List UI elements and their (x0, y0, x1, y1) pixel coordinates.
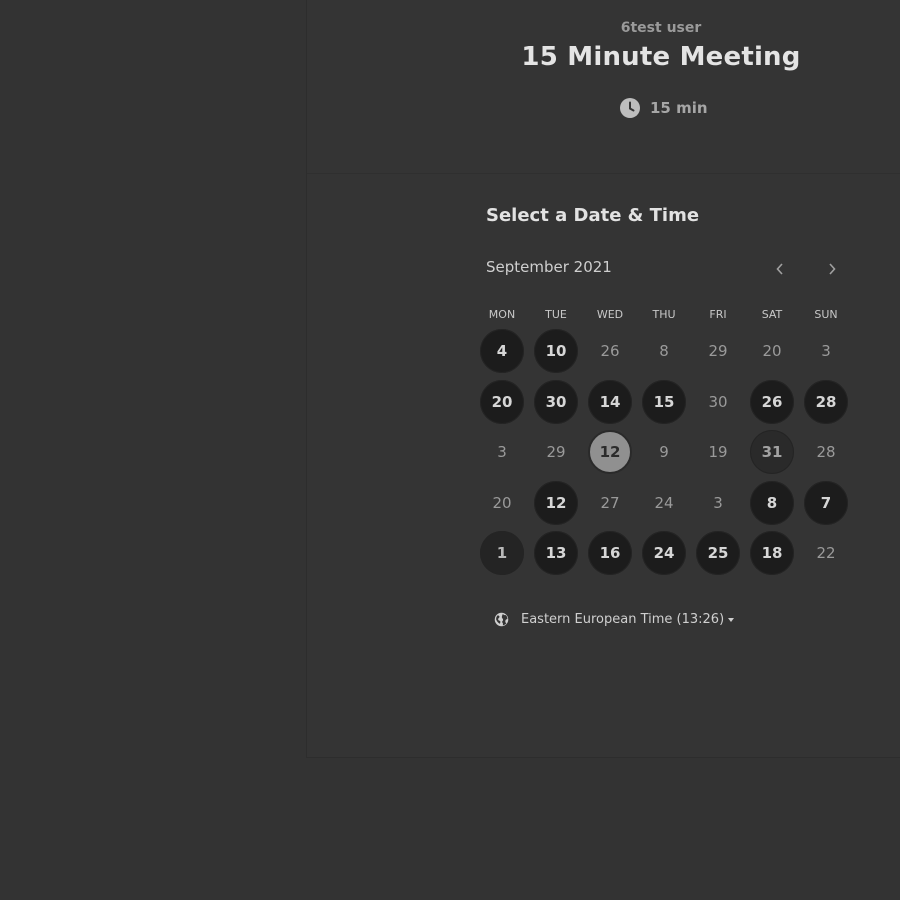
calendar-day-available[interactable]: 4 (480, 329, 524, 374)
calendar-day-available[interactable]: 18 (750, 531, 794, 576)
next-month-button[interactable] (819, 256, 845, 282)
calendar-day-available[interactable]: 13 (534, 531, 578, 576)
calendar-day-unavailable: 20 (492, 493, 512, 512)
calendar-cell: 12 (583, 427, 637, 478)
calendar-day-available[interactable]: 26 (750, 379, 794, 424)
chevron-right-icon (829, 263, 836, 275)
calendar-cell: 28 (799, 427, 853, 478)
page: 6test user 15 Minute Meeting 15 min Sele… (0, 0, 900, 900)
calendar-cell: 30 (529, 377, 583, 428)
weekday-label: SUN (814, 308, 838, 321)
calendar-cell: 20 (745, 326, 799, 377)
calendar-day-unavailable: 8 (659, 342, 669, 361)
calendar-cell: 31 (745, 427, 799, 478)
calendar-day-available[interactable]: 15 (642, 379, 686, 424)
globe-icon (494, 612, 509, 627)
calendar-day-unavailable: 19 (708, 443, 728, 462)
calendar-cell: 25 (691, 528, 745, 579)
event-title: 15 Minute Meeting (521, 42, 801, 72)
timezone-label: Eastern European Time (13:26) (521, 612, 735, 627)
timezone-selector[interactable]: Eastern European Time (13:26) (494, 612, 735, 627)
calendar-cell: 20 (475, 377, 529, 428)
calendar-day-available[interactable]: 16 (588, 531, 632, 576)
calendar-cell: 15 (637, 377, 691, 428)
calendar-cell: 28 (799, 377, 853, 428)
calendar-cell: 26 (583, 326, 637, 377)
calendar-day-available[interactable]: 31 (750, 430, 794, 475)
calendar-day-available[interactable]: 8 (750, 480, 794, 525)
calendar-day-available[interactable]: 1 (480, 531, 524, 576)
month-navigation: September 2021 (486, 258, 846, 280)
weekday-label: FRI (709, 308, 727, 321)
calendar-cell: 29 (691, 326, 745, 377)
calendar-cell: 9 (637, 427, 691, 478)
calendar-cell: 1 (475, 528, 529, 579)
calendar-day-unavailable: 3 (713, 493, 723, 512)
weekday-label: TUE (545, 308, 567, 321)
month-label: September 2021 (486, 258, 612, 276)
calendar-cell: 4 (475, 326, 529, 377)
calendar-day-available[interactable]: 24 (642, 531, 686, 576)
calendar-cell: 16 (583, 528, 637, 579)
calendar-cell: 3 (799, 326, 853, 377)
calendar-cell: 18 (745, 528, 799, 579)
calendar-cell: 27 (583, 478, 637, 529)
calendar-cell: 26 (745, 377, 799, 428)
calendar-cell: 22 (799, 528, 853, 579)
calendar-day-available[interactable]: 7 (804, 480, 848, 525)
calendar-day-available[interactable]: 28 (804, 379, 848, 424)
weekday-header: MON TUE WED THU FRI SAT SUN (475, 308, 853, 321)
duration-label: 15 min (650, 99, 708, 117)
previous-month-button[interactable] (767, 256, 793, 282)
weekday-label: WED (596, 308, 624, 321)
calendar-day-available[interactable]: 12 (534, 480, 578, 525)
calendar-cell: 8 (745, 478, 799, 529)
weekday-label: THU (652, 308, 676, 321)
calendar-day-available[interactable]: 25 (696, 531, 740, 576)
calendar-cell: 30 (691, 377, 745, 428)
calendar-day-unavailable: 22 (816, 544, 836, 563)
event-header: 6test user 15 Minute Meeting 15 min (307, 0, 900, 174)
calendar-day-unavailable: 3 (497, 443, 507, 462)
clock-icon (620, 98, 640, 118)
booking-panel: 6test user 15 Minute Meeting 15 min Sele… (306, 0, 900, 758)
weekday-label: SAT (761, 308, 783, 321)
calendar-day-available[interactable]: 14 (588, 379, 632, 424)
calendar-cell: 3 (691, 478, 745, 529)
calendar-cell: 10 (529, 326, 583, 377)
calendar-day-unavailable: 3 (821, 342, 831, 361)
calendar-day-unavailable: 30 (708, 392, 728, 411)
calendar-day-unavailable: 9 (659, 443, 669, 462)
calendar-cell: 24 (637, 528, 691, 579)
calendar-day-unavailable: 26 (600, 342, 620, 361)
calendar-cell: 14 (583, 377, 637, 428)
event-duration: 15 min (620, 97, 708, 119)
calendar-cell: 29 (529, 427, 583, 478)
chevron-left-icon (776, 263, 783, 275)
calendar-day-available[interactable]: 10 (534, 329, 578, 374)
calendar-cell: 8 (637, 326, 691, 377)
calendar-day-unavailable: 29 (708, 342, 728, 361)
calendar-day-available[interactable]: 20 (480, 379, 524, 424)
calendar-cell: 19 (691, 427, 745, 478)
calendar-day-unavailable: 27 (600, 493, 620, 512)
calendar-day-unavailable: 24 (654, 493, 674, 512)
calendar-cell: 24 (637, 478, 691, 529)
calendar-cell: 7 (799, 478, 853, 529)
calendar-day-selected[interactable]: 12 (588, 430, 632, 475)
caret-down-icon (728, 617, 735, 622)
picker-title: Select a Date & Time (486, 205, 700, 226)
host-name: 6test user (620, 20, 702, 36)
calendar-day-unavailable: 29 (546, 443, 566, 462)
calendar-grid: 4 10 26 8 29 20 3 20 30 14 15 30 26 28 3 29 12 9 19 31 28 20 1… (475, 326, 853, 579)
calendar-cell: 3 (475, 427, 529, 478)
calendar-day-unavailable: 20 (762, 342, 782, 361)
calendar-day-unavailable: 28 (816, 443, 836, 462)
calendar-cell: 20 (475, 478, 529, 529)
calendar-cell: 13 (529, 528, 583, 579)
calendar-cell: 12 (529, 478, 583, 529)
weekday-label: MON (488, 308, 516, 321)
calendar-day-available[interactable]: 30 (534, 379, 578, 424)
